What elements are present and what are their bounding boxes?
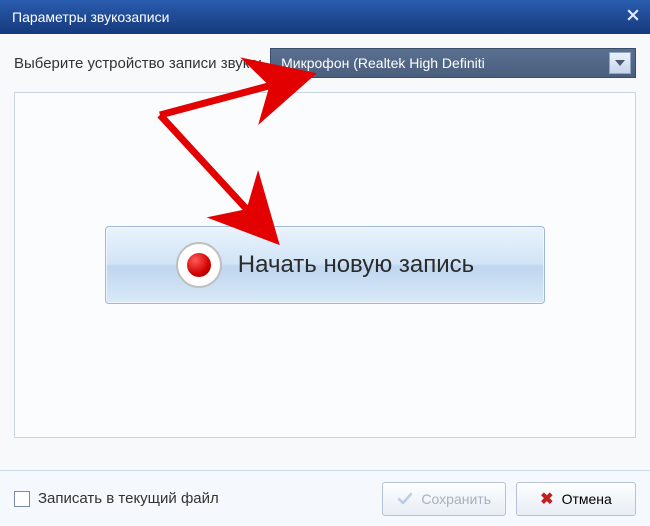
record-icon	[176, 242, 222, 288]
dialog-body: Выберите устройство записи звука: Микроф…	[0, 34, 650, 438]
device-dropdown[interactable]: Микрофон (Realtek High Definiti	[270, 48, 636, 78]
main-panel: Начать новую запись	[14, 92, 636, 438]
device-label: Выберите устройство записи звука:	[14, 55, 262, 72]
save-button: Сохранить	[382, 482, 506, 516]
check-icon	[397, 492, 413, 506]
footer: Записать в текущий файл Сохранить ✖ Отме…	[0, 470, 650, 526]
titlebar: Параметры звукозаписи	[0, 0, 650, 34]
device-selected-value: Микрофон (Realtek High Definiti	[281, 55, 485, 71]
append-to-file-checkbox[interactable]: Записать в текущий файл	[14, 490, 372, 507]
cancel-x-icon: ✖	[540, 489, 553, 509]
start-recording-button[interactable]: Начать новую запись	[105, 226, 545, 304]
device-row: Выберите устройство записи звука: Микроф…	[14, 48, 636, 78]
save-label: Сохранить	[421, 491, 491, 507]
cancel-label: Отмена	[562, 491, 612, 507]
window-title: Параметры звукозаписи	[12, 9, 169, 25]
checkbox-box-icon	[14, 491, 30, 507]
cancel-button[interactable]: ✖ Отмена	[516, 482, 636, 516]
dropdown-arrow-icon[interactable]	[609, 52, 631, 74]
start-recording-label: Начать новую запись	[238, 251, 474, 279]
append-to-file-label: Записать в текущий файл	[38, 490, 219, 507]
dialog-window: Параметры звукозаписи Выберите устройств…	[0, 0, 650, 526]
close-icon[interactable]	[624, 6, 642, 24]
